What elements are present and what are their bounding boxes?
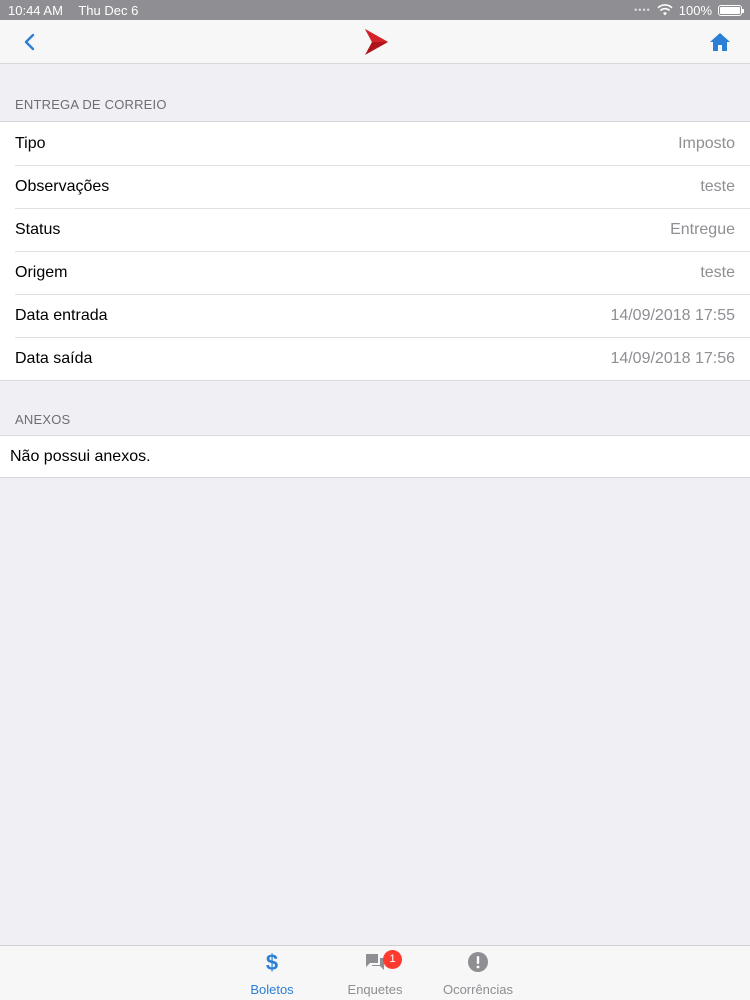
- row-value: 14/09/2018 17:56: [610, 349, 735, 367]
- attachments-group: Não possui anexos.: [0, 435, 750, 478]
- row-label: Tipo: [15, 134, 46, 152]
- detail-row-observacoes: Observações teste: [0, 165, 750, 208]
- battery-fill: [720, 6, 740, 14]
- row-label: Status: [15, 220, 61, 238]
- detail-row-data-entrada: Data entrada 14/09/2018 17:55: [0, 294, 750, 337]
- arrow-logo-icon: [365, 29, 388, 55]
- mail-details-group: Tipo Imposto Observações teste Status En…: [0, 121, 750, 381]
- row-value: teste: [700, 263, 735, 281]
- status-time: 10:44 AM: [8, 2, 63, 18]
- wifi-icon: [657, 4, 673, 16]
- tab-ocorrencias[interactable]: Ocorrências: [433, 946, 523, 1000]
- tab-label: Boletos: [250, 982, 294, 997]
- tab-enquetes[interactable]: 1 Enquetes: [330, 946, 420, 1000]
- battery-percent: 100%: [678, 2, 712, 18]
- battery-icon: [718, 4, 744, 16]
- row-value: 14/09/2018 17:55: [610, 306, 735, 324]
- detail-row-data-saida: Data saída 14/09/2018 17:56: [0, 337, 750, 380]
- section-header-attachments: ANEXOS: [15, 412, 71, 427]
- nav-bar: [0, 20, 750, 64]
- status-right: •••• 100%: [634, 2, 744, 18]
- tab-label: Ocorrências: [442, 982, 514, 997]
- screen: 10:44 AM Thu Dec 6 •••• 100% ENTREGA DE …: [0, 0, 750, 1000]
- row-label: Data saída: [15, 349, 93, 367]
- svg-text:$: $: [266, 950, 278, 974]
- dollar-icon: $: [266, 950, 278, 974]
- row-label: Data entrada: [15, 306, 108, 324]
- section-header-mail: ENTREGA DE CORREIO: [15, 97, 167, 112]
- tab-label: Enquetes: [347, 982, 403, 997]
- tab-boletos[interactable]: $ Boletos: [227, 946, 317, 1000]
- tab-bar: $ Boletos 1 Enquetes Ocorrências: [0, 945, 750, 1000]
- notification-badge: 1: [383, 950, 402, 969]
- detail-row-tipo: Tipo Imposto: [0, 122, 750, 165]
- signal-icon: ••••: [634, 5, 651, 15]
- chevron-left-icon[interactable]: [18, 30, 42, 54]
- alert-circle-icon: [468, 952, 488, 972]
- status-left: 10:44 AM Thu Dec 6: [8, 3, 150, 18]
- attachments-empty-text: Não possui anexos.: [10, 447, 151, 465]
- row-value: Imposto: [678, 134, 735, 152]
- row-label: Origem: [15, 263, 68, 281]
- status-date: Thu Dec 6: [78, 2, 139, 18]
- row-value: Entregue: [670, 220, 735, 238]
- row-label: Observações: [15, 177, 110, 195]
- detail-row-origem: Origem teste: [0, 251, 750, 294]
- detail-row-status: Status Entregue: [0, 208, 750, 251]
- home-icon[interactable]: [708, 30, 732, 54]
- status-bar: 10:44 AM Thu Dec 6 •••• 100%: [0, 0, 750, 20]
- row-value: teste: [700, 177, 735, 195]
